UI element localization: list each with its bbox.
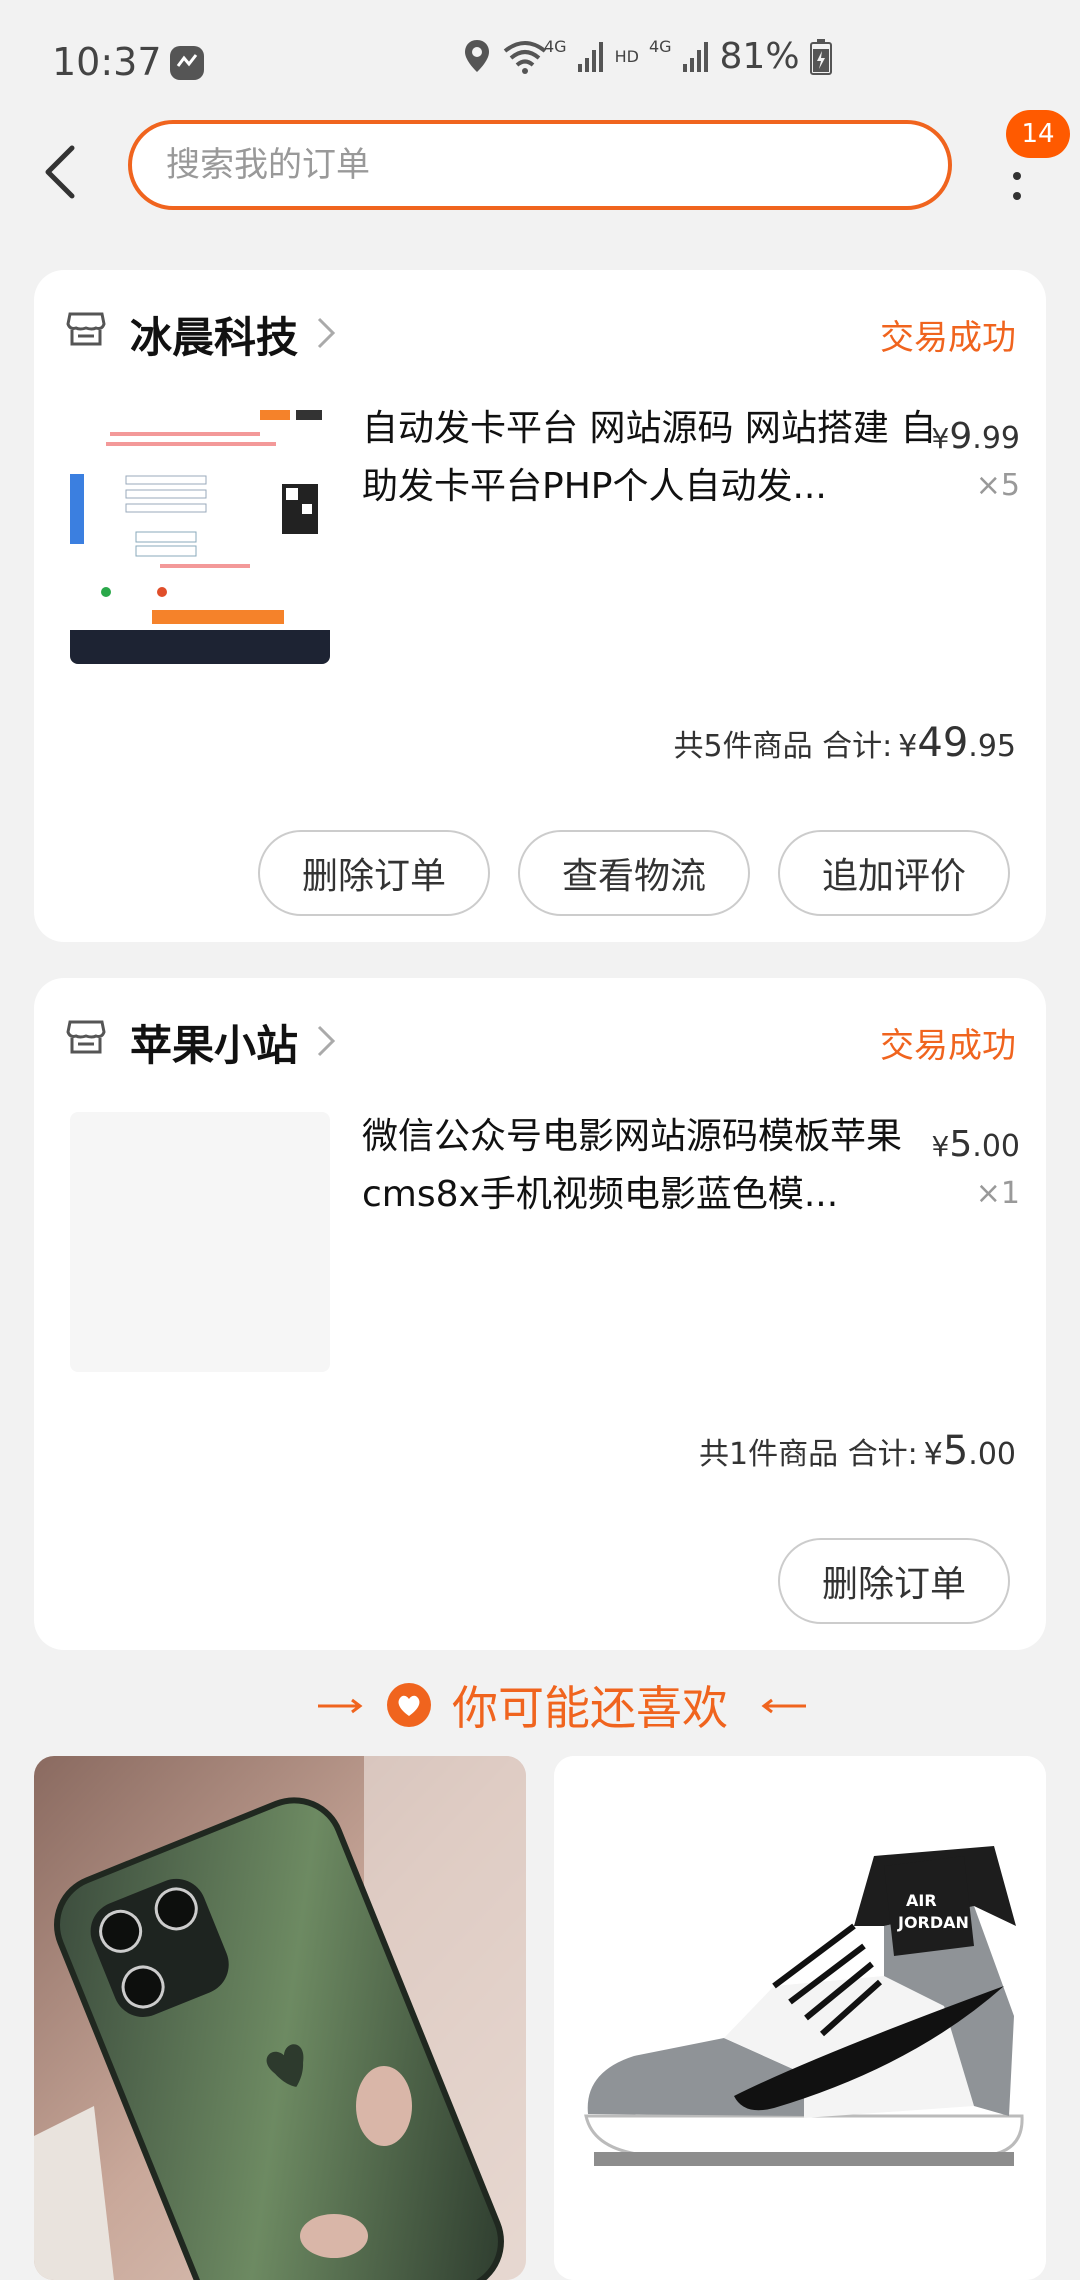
total-decimal: .00 [968, 1437, 1016, 1472]
notification-icon [170, 46, 204, 80]
order-summary: 共5件商品 合计: ¥ 49 .95 [674, 720, 1016, 766]
more-dot-icon [1013, 192, 1021, 200]
summary-label: 共5件商品 合计: [673, 729, 893, 764]
message-count-badge: 14 [1006, 110, 1070, 158]
status-right: 4G HD 4G 81% [462, 36, 832, 77]
product-price: ¥5.00 [932, 1124, 1020, 1165]
price-decimal: .00 [972, 1129, 1020, 1164]
order-summary: 共1件商品 合计: ¥ 5 .00 [699, 1428, 1016, 1474]
right-arrow-decoration-icon [761, 1698, 806, 1714]
product-quantity: ×1 [975, 1176, 1020, 1211]
battery-percent: 81% [719, 36, 800, 77]
order-card: 冰晨科技 交易成功 自动发卡平台 网站源码 网站搭建 自助发卡平台PHP个人自动… [34, 270, 1046, 942]
left-arrow-decoration-icon [318, 1698, 363, 1714]
price-currency: ¥ [931, 422, 950, 455]
product-title[interactable]: 自动发卡平台 网站源码 网站搭建 自助发卡平台PHP个人自动发... [362, 400, 952, 516]
total-decimal: .95 [968, 729, 1016, 764]
sneaker-logo-text: AIR [906, 1891, 937, 1910]
product-screenshot-image [70, 404, 330, 664]
order-status: 交易成功 [880, 1026, 1016, 1066]
order-card: 苹果小站 交易成功 微信公众号电影网站源码模板苹果cms8x手机视频电影蓝色模.… [34, 978, 1046, 1650]
order-status: 交易成功 [880, 318, 1016, 358]
recommend-product-card[interactable]: AIR JORDAN [554, 1756, 1046, 2280]
shop-row[interactable]: 冰晨科技 交易成功 [34, 270, 1046, 390]
total-currency: ¥ [898, 729, 918, 764]
status-time: 10:37 [52, 40, 162, 84]
signal-icon [577, 41, 603, 72]
wifi-icon [503, 40, 547, 74]
shop-name[interactable]: 苹果小站 [130, 1012, 298, 1073]
chevron-right-icon [317, 1025, 336, 1057]
price-integer: 9 [949, 416, 973, 457]
delete-order-button[interactable]: 删除订单 [778, 1538, 1010, 1624]
battery-icon [809, 38, 832, 75]
location-icon [465, 39, 489, 72]
product-image[interactable] [70, 404, 330, 664]
back-button[interactable] [30, 132, 90, 212]
chevron-right-icon [317, 317, 336, 349]
svg-text:JORDAN: JORDAN [897, 1913, 969, 1932]
price-integer: 5 [949, 1124, 973, 1165]
heart-icon [387, 1683, 431, 1727]
delete-order-button[interactable]: 删除订单 [258, 830, 490, 916]
search-box[interactable] [128, 120, 952, 210]
price-decimal: .99 [972, 421, 1020, 456]
network-label-2: 4G [648, 37, 672, 56]
product-quantity: ×5 [975, 468, 1020, 503]
store-icon [66, 312, 106, 346]
price-currency: ¥ [931, 1130, 950, 1163]
shop-name[interactable]: 冰晨科技 [130, 304, 298, 365]
total-currency: ¥ [923, 1437, 943, 1472]
shop-row[interactable]: 苹果小站 交易成功 [34, 978, 1046, 1098]
header: 14 [0, 110, 1080, 230]
add-review-button[interactable]: 追加评价 [778, 830, 1010, 916]
signal-icon-2 [682, 41, 708, 72]
hd-label: HD [614, 47, 639, 66]
product-price: ¥9.99 [932, 416, 1020, 457]
view-logistics-button[interactable]: 查看物流 [518, 830, 750, 916]
product-title[interactable]: 微信公众号电影网站源码模板苹果cms8x手机视频电影蓝色模... [362, 1108, 952, 1224]
sneaker-product-image: AIR JORDAN [554, 1756, 1046, 2280]
recommend-header: 你可能还喜欢 [0, 1668, 1080, 1738]
recommend-product-card[interactable] [34, 1756, 526, 2280]
store-icon [66, 1020, 106, 1054]
network-label-1: 4G [544, 37, 567, 56]
phone-product-image [34, 1756, 526, 2280]
product-image[interactable] [70, 1112, 330, 1372]
back-arrow-icon [45, 145, 75, 199]
recommend-title: 你可能还喜欢 [452, 1681, 728, 1735]
summary-label: 共1件商品 合计: [699, 1437, 918, 1472]
status-bar: 10:37 4G HD 4G 81% [0, 0, 1080, 120]
more-dot-icon [1013, 172, 1021, 180]
total-integer: 5 [942, 1428, 969, 1474]
search-input[interactable] [164, 144, 924, 186]
total-integer: 49 [917, 720, 969, 766]
